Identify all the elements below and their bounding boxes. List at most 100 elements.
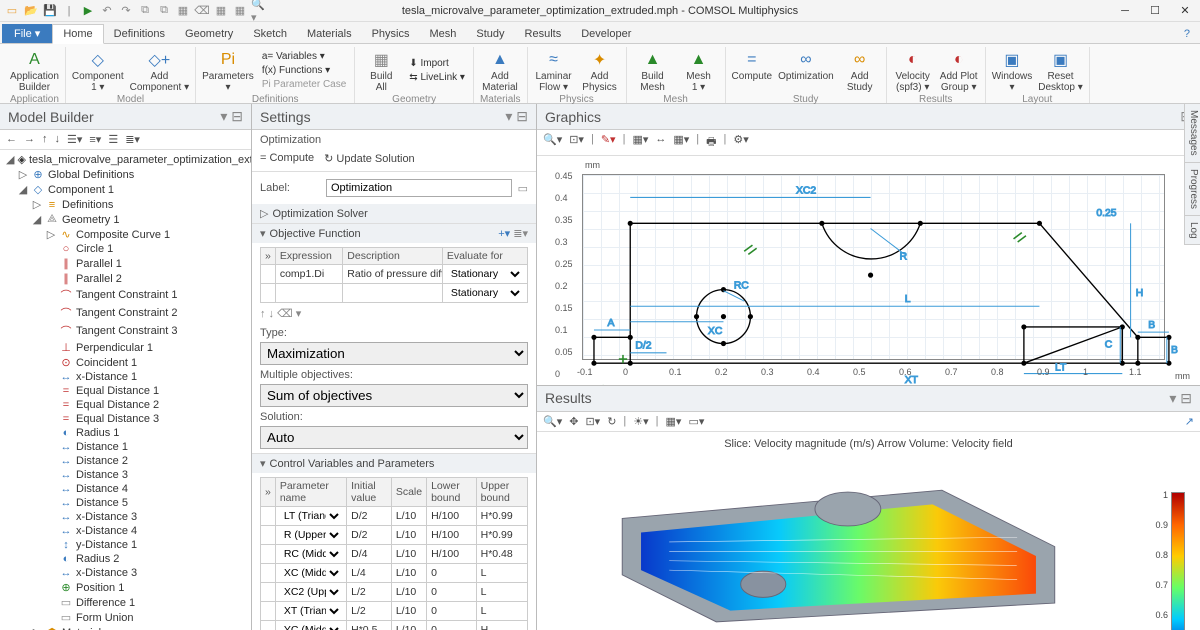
add-physics-button[interactable]: ✦AddPhysics [580, 47, 620, 93]
mb-show-icon[interactable]: ☰ [106, 132, 120, 147]
import-button[interactable]: ⬇ Import [407, 57, 467, 70]
tree-xd3b[interactable]: ↔x-Distance 3 [4, 566, 251, 580]
qat-save-icon[interactable]: 💾 [42, 3, 58, 19]
obj-row[interactable]: comp1.DiRatio of pressure differencesSta… [261, 265, 528, 284]
tab-sketch[interactable]: Sketch [243, 25, 297, 43]
tree-d1[interactable]: ↔Distance 1 [4, 440, 251, 454]
minimize-button[interactable]: ─ [1110, 0, 1140, 22]
app-builder-button[interactable]: AApplicationBuilder [10, 47, 59, 93]
r-select-icon[interactable]: ▭▾ [686, 414, 706, 429]
mb-expand-icon[interactable]: ≡▾ [87, 132, 103, 147]
livelink-button[interactable]: ⇆ LiveLink ▾ [407, 71, 467, 84]
tree-diff1[interactable]: ▭Difference 1 [4, 595, 251, 610]
r-rotate-icon[interactable]: ↻ [605, 414, 618, 429]
tree-par1[interactable]: ∥Parallel 1 [4, 256, 251, 271]
parameters-button[interactable]: PiParameters ▾ [202, 47, 254, 93]
add-material-button[interactable]: ▲AddMaterial [480, 47, 520, 93]
label-input[interactable] [326, 179, 512, 197]
r-pan-icon[interactable]: ✥ [567, 414, 580, 429]
tree-circle1[interactable]: ○Circle 1 [4, 242, 251, 256]
tree-geom1[interactable]: ◢⟁Geometry 1 [4, 212, 251, 227]
qat-copy-icon[interactable]: ⧉ [137, 3, 153, 19]
tab-definitions[interactable]: Definitions [104, 25, 175, 43]
add-plot-button[interactable]: ◐Add PlotGroup ▾ [939, 47, 979, 93]
windows-button[interactable]: ▣Windows▾ [992, 47, 1033, 93]
ctrl-param-select[interactable]: XC2 (Upper ▾ [280, 585, 342, 599]
sidetab-log[interactable]: Log [1185, 216, 1200, 246]
tree-rad2[interactable]: ◐Radius 2 [4, 552, 251, 566]
sol-select[interactable]: Auto [260, 426, 528, 449]
ctrl-row[interactable]: RC (Middle ▾D/4L/10H/100H*0.48 [261, 545, 528, 564]
ctrl-row[interactable]: R (Upper ha ▾D/2L/10H/100H*0.99 [261, 526, 528, 545]
maximize-button[interactable]: ☐ [1140, 0, 1170, 22]
tree-formunion[interactable]: ▭Form Union [4, 610, 251, 625]
ctrl-param-select[interactable]: LT (Triangle ▾ [280, 509, 342, 523]
tab-home[interactable]: Home [52, 24, 103, 44]
g-settings-icon[interactable]: ⚙▾ [731, 132, 750, 153]
qat-grid-icon[interactable]: ▦ [213, 3, 229, 19]
ctrl-row[interactable]: XC2 (Upper ▾L/2L/100L [261, 583, 528, 602]
qat-run-icon[interactable]: ▶ [80, 3, 96, 19]
tree-comp1[interactable]: ◢◇Component 1 [4, 182, 251, 197]
g-measure-icon[interactable]: ↔ [653, 132, 668, 153]
param-case-button[interactable]: Pi Parameter Case [260, 78, 348, 91]
tree-d5[interactable]: ↔Distance 5 [4, 496, 251, 510]
tree-par2[interactable]: ∥Parallel 2 [4, 271, 251, 286]
tree-root[interactable]: ◢◈tesla_microvalve_parameter_optimizatio… [4, 152, 251, 167]
tree-xd3[interactable]: ↔x-Distance 3 [4, 510, 251, 524]
ctrl-param-select[interactable]: R (Upper ha ▾ [280, 528, 342, 542]
compute-link[interactable]: = Compute [260, 152, 314, 165]
tree-global-def[interactable]: ▷⊕Global Definitions [4, 167, 251, 182]
tree-d3[interactable]: ↔Distance 3 [4, 468, 251, 482]
ctrl-param-select[interactable]: XC (Middle ▾ [280, 566, 342, 580]
r-light-icon[interactable]: ☀▾ [631, 414, 650, 429]
g-snap-icon[interactable]: ▦▾ [630, 132, 650, 153]
tree-compcurve[interactable]: ▷∿Composite Curve 1 [4, 227, 251, 242]
qat-grid2-icon[interactable]: ▦ [232, 3, 248, 19]
qat-img-icon[interactable]: ▦ [175, 3, 191, 19]
tree-eq1[interactable]: =Equal Distance 1 [4, 384, 251, 398]
ctrl-param-select[interactable]: XT (Triangl ▾ [280, 604, 342, 618]
mb-more-icon[interactable]: ≣▾ [123, 132, 142, 147]
tree-eq3[interactable]: =Equal Distance 3 [4, 412, 251, 426]
tab-materials[interactable]: Materials [297, 25, 362, 43]
mobj-select[interactable]: Sum of objectives [260, 384, 528, 407]
tree-pos1[interactable]: ⊕Position 1 [4, 580, 251, 595]
tree-tan2[interactable]: ⌒Tangent Constraint 2 [4, 304, 251, 322]
build-all-button[interactable]: ▦BuildAll [361, 47, 401, 93]
qat-paste-icon[interactable]: ⧉ [156, 3, 172, 19]
variables-button[interactable]: a= Variables ▾ [260, 50, 348, 63]
g-zoom-icon[interactable]: 🔍▾ [541, 132, 564, 153]
ctrl-param-select[interactable]: YC (Middle ▾ [280, 623, 342, 630]
mb-down-icon[interactable]: ↓ [53, 132, 63, 147]
build-mesh-button[interactable]: ▲BuildMesh [633, 47, 673, 93]
tab-study[interactable]: Study [466, 25, 514, 43]
update-solution-link[interactable]: ↻ Update Solution [324, 152, 415, 165]
g-line-icon[interactable]: ✎▾ [599, 132, 618, 153]
r-detach-icon[interactable]: ↗ [1183, 414, 1196, 429]
type-select[interactable]: Maximization [260, 342, 528, 365]
ctrl-row[interactable]: XT (Triangl ▾L/2L/100L [261, 602, 528, 621]
tab-results[interactable]: Results [515, 25, 572, 43]
obj-eval2-select[interactable]: Stationary [447, 286, 523, 300]
tree-yd1[interactable]: ↕y-Distance 1 [4, 538, 251, 552]
qat-open-icon[interactable]: 📂 [23, 3, 39, 19]
tree-defs[interactable]: ▷≡Definitions [4, 197, 251, 212]
tree-xd4[interactable]: ↔x-Distance 4 [4, 524, 251, 538]
tree-coin1[interactable]: ⊙Coincident 1 [4, 355, 251, 370]
tree-tan1[interactable]: ⌒Tangent Constraint 1 [4, 286, 251, 304]
g-extent-icon[interactable]: ⊡▾ [567, 132, 586, 153]
ctrl-row[interactable]: LT (Triangle ▾D/2L/10H/100H*0.99 [261, 507, 528, 526]
g-print-icon[interactable]: 🖶 [704, 132, 718, 153]
tree-xdist1[interactable]: ↔x-Distance 1 [4, 370, 251, 384]
tab-mesh[interactable]: Mesh [419, 25, 466, 43]
mb-back-icon[interactable]: ← [4, 132, 19, 147]
help-icon[interactable]: ? [1174, 25, 1200, 43]
add-study-button[interactable]: ∞AddStudy [840, 47, 880, 93]
functions-button[interactable]: f(x) Functions ▾ [260, 64, 348, 77]
qat-undo-icon[interactable]: ↶ [99, 3, 115, 19]
tab-developer[interactable]: Developer [571, 25, 641, 43]
qat-redo-icon[interactable]: ↷ [118, 3, 134, 19]
laminar-flow-button[interactable]: ≈LaminarFlow ▾ [534, 47, 574, 93]
section-opt-solver[interactable]: ▷Optimization Solver [252, 204, 536, 223]
